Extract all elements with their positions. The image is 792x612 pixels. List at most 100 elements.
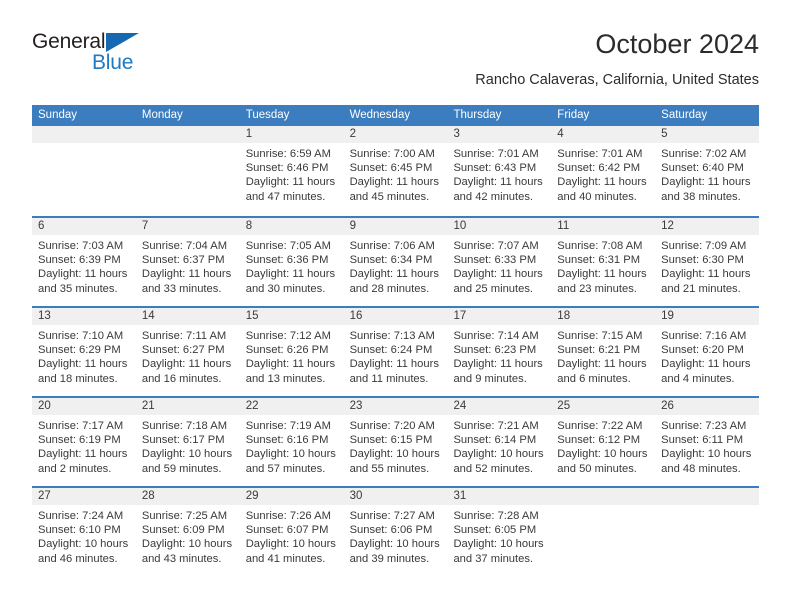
day-cell[interactable]: Sunrise: 7:27 AM Sunset: 6:06 PM Daylight:… (344, 505, 448, 576)
day-number[interactable]: 17 (447, 308, 551, 325)
day-cell[interactable]: Sunrise: 7:15 AM Sunset: 6:21 PM Daylight:… (551, 325, 655, 396)
day-detail-line: Daylight: 10 hours (349, 448, 440, 461)
day-cell[interactable]: Sunrise: 7:22 AM Sunset: 6:12 PM Daylight:… (551, 415, 655, 486)
day-number[interactable]: 13 (32, 308, 136, 325)
day-detail-line: Daylight: 11 hours (661, 268, 751, 281)
day-cell[interactable]: Sunrise: 7:28 AM Sunset: 6:05 PM Daylight:… (447, 505, 551, 576)
day-number[interactable]: 27 (32, 488, 136, 505)
day-detail-line: Sunrise: 7:01 AM (557, 148, 643, 160)
day-detail-line: and 42 minutes. (453, 190, 534, 203)
day-cell[interactable]: Sunrise: 7:25 AM Sunset: 6:09 PM Daylight:… (136, 505, 240, 576)
day-detail-line: Sunset: 6:33 PM (453, 254, 537, 267)
day-cell[interactable]: Sunrise: 7:03 AM Sunset: 6:39 PM Daylight:… (32, 235, 136, 306)
day-cell[interactable]: Sunrise: 7:16 AM Sunset: 6:20 PM Daylight:… (655, 325, 759, 396)
day-detail-line: and 46 minutes. (38, 552, 118, 565)
weekday-header-monday: Monday (141, 109, 183, 121)
day-number[interactable]: 6 (32, 218, 136, 235)
day-cell[interactable]: Sunrise: 7:01 AM Sunset: 6:43 PM Daylight:… (447, 143, 551, 214)
day-cell[interactable]: Sunrise: 7:14 AM Sunset: 6:23 PM Daylight:… (447, 325, 551, 396)
day-detail-line: and 11 minutes. (349, 372, 429, 385)
day-cell[interactable]: Sunrise: 7:23 AM Sunset: 6:11 PM Daylight:… (655, 415, 759, 486)
day-cell[interactable]: Sunrise: 7:05 AM Sunset: 6:36 PM Daylight:… (240, 235, 344, 306)
day-number[interactable]: 28 (136, 488, 240, 505)
day-cell[interactable]: Sunrise: 7:18 AM Sunset: 6:17 PM Daylight:… (136, 415, 240, 486)
day-detail-line: Daylight: 10 hours (141, 448, 233, 461)
day-number[interactable]: 8 (240, 218, 344, 235)
day-cell[interactable]: Sunrise: 7:24 AM Sunset: 6:10 PM Daylight:… (32, 505, 136, 576)
day-number[interactable]: 29 (240, 488, 344, 505)
triangle-icon (106, 33, 139, 52)
day-detail-line: Daylight: 11 hours (557, 358, 647, 371)
day-detail-line: and 2 minutes. (38, 462, 112, 475)
day-number[interactable]: 2 (344, 126, 448, 143)
day-number[interactable]: 10 (447, 218, 551, 235)
day-cell[interactable]: Sunrise: 7:00 AM Sunset: 6:45 PM Daylight:… (344, 143, 448, 214)
day-cell[interactable]: Sunrise: 7:07 AM Sunset: 6:33 PM Daylight:… (447, 235, 551, 306)
day-cell[interactable]: Sunrise: 7:17 AM Sunset: 6:19 PM Daylight:… (32, 415, 136, 486)
day-cell[interactable]: Sunrise: 7:11 AM Sunset: 6:27 PM Daylight:… (136, 325, 240, 396)
day-number-empty (32, 126, 136, 143)
day-detail-line: and 57 minutes. (245, 462, 326, 475)
day-cell[interactable]: Sunrise: 7:13 AM Sunset: 6:24 PM Daylight:… (344, 325, 448, 396)
day-cell[interactable]: Sunrise: 7:26 AM Sunset: 6:07 PM Daylight:… (240, 505, 344, 576)
day-cell[interactable]: Sunrise: 7:08 AM Sunset: 6:31 PM Daylight:… (551, 235, 655, 306)
day-cell[interactable]: Sunrise: 7:09 AM Sunset: 6:30 PM Daylight:… (655, 235, 759, 306)
day-number[interactable]: 1 (240, 126, 344, 143)
day-cell[interactable]: Sunrise: 6:59 AM Sunset: 6:46 PM Daylight:… (240, 143, 344, 214)
day-number[interactable]: 7 (136, 218, 240, 235)
day-number[interactable]: 25 (551, 398, 655, 415)
day-number[interactable]: 30 (344, 488, 448, 505)
day-cell[interactable]: Sunrise: 7:19 AM Sunset: 6:16 PM Daylight:… (240, 415, 344, 486)
day-number[interactable]: 20 (32, 398, 136, 415)
day-number[interactable]: 18 (551, 308, 655, 325)
day-cell[interactable]: Sunrise: 7:01 AM Sunset: 6:42 PM Daylight:… (551, 143, 655, 214)
calendar-week-row: 1 2 3 4 5 Sunrise: 6:59 AM Sunset: 6:46 PM Dayl… (32, 126, 759, 216)
day-detail-line: Sunrise: 7:14 AM (453, 330, 539, 342)
day-detail-line: Sunset: 6:26 PM (245, 344, 329, 357)
day-number-band: 27 28 29 30 31 (32, 488, 759, 505)
day-cell[interactable]: Sunrise: 7:10 AM Sunset: 6:29 PM Daylight:… (32, 325, 136, 396)
weekday-header-wednesday: Wednesday (349, 109, 411, 121)
day-cell[interactable]: Sunrise: 7:20 AM Sunset: 6:15 PM Daylight:… (344, 415, 448, 486)
day-detail-line: Sunset: 6:21 PM (557, 344, 641, 357)
calendar-week-row: 27 28 29 30 31 Sunrise: 7:24 AM Sunset: 6:10 P… (32, 486, 759, 576)
day-cell[interactable]: Sunrise: 7:21 AM Sunset: 6:14 PM Daylight:… (447, 415, 551, 486)
day-number[interactable]: 11 (551, 218, 655, 235)
day-number[interactable]: 16 (344, 308, 448, 325)
day-detail-line: Daylight: 10 hours (245, 538, 336, 551)
weekday-header-saturday: Saturday (661, 109, 708, 121)
day-detail-line: Daylight: 10 hours (453, 448, 544, 461)
day-number[interactable]: 15 (240, 308, 344, 325)
day-detail-line: Sunrise: 7:13 AM (349, 330, 435, 342)
day-detail-line: and 40 minutes. (557, 190, 637, 203)
day-detail-line: Daylight: 11 hours (245, 358, 336, 371)
day-cell[interactable]: Sunrise: 7:12 AM Sunset: 6:26 PM Daylight:… (240, 325, 344, 396)
day-number[interactable]: 4 (551, 126, 655, 143)
day-number[interactable]: 23 (344, 398, 448, 415)
day-number[interactable]: 22 (240, 398, 344, 415)
day-detail-line: Sunrise: 7:22 AM (557, 420, 643, 432)
day-detail-line: Sunset: 6:29 PM (38, 344, 121, 357)
day-cell[interactable]: Sunrise: 7:04 AM Sunset: 6:37 PM Daylight:… (136, 235, 240, 306)
weekday-header-tuesday: Tuesday (245, 109, 290, 121)
calendar-week-row: 13 14 15 16 17 18 19 Sunrise: 7:10 AM Sunset: 6:… (32, 306, 759, 396)
day-number[interactable]: 12 (655, 218, 759, 235)
day-cell[interactable]: Sunrise: 7:06 AM Sunset: 6:34 PM Daylight:… (344, 235, 448, 306)
day-number[interactable]: 24 (447, 398, 551, 415)
calendar-grid: Sunday Monday Tuesday Wednesday Thursday Frid… (32, 105, 759, 576)
day-number[interactable]: 5 (655, 126, 759, 143)
day-detail-line: Sunrise: 7:25 AM (141, 510, 228, 522)
day-detail-line: and 16 minutes. (141, 372, 222, 385)
day-detail-line: Sunrise: 7:19 AM (245, 420, 331, 432)
day-number[interactable]: 9 (344, 218, 448, 235)
generalblue-logo[interactable]: General Blue (32, 30, 152, 82)
day-number[interactable]: 26 (655, 398, 759, 415)
day-number[interactable]: 31 (447, 488, 551, 505)
day-number[interactable]: 19 (655, 308, 759, 325)
day-cell-empty (32, 143, 136, 214)
day-detail-line: Daylight: 11 hours (453, 176, 543, 189)
day-number[interactable]: 21 (136, 398, 240, 415)
day-number[interactable]: 14 (136, 308, 240, 325)
day-number[interactable]: 3 (447, 126, 551, 143)
day-cell[interactable]: Sunrise: 7:02 AM Sunset: 6:40 PM Daylight:… (655, 143, 759, 214)
